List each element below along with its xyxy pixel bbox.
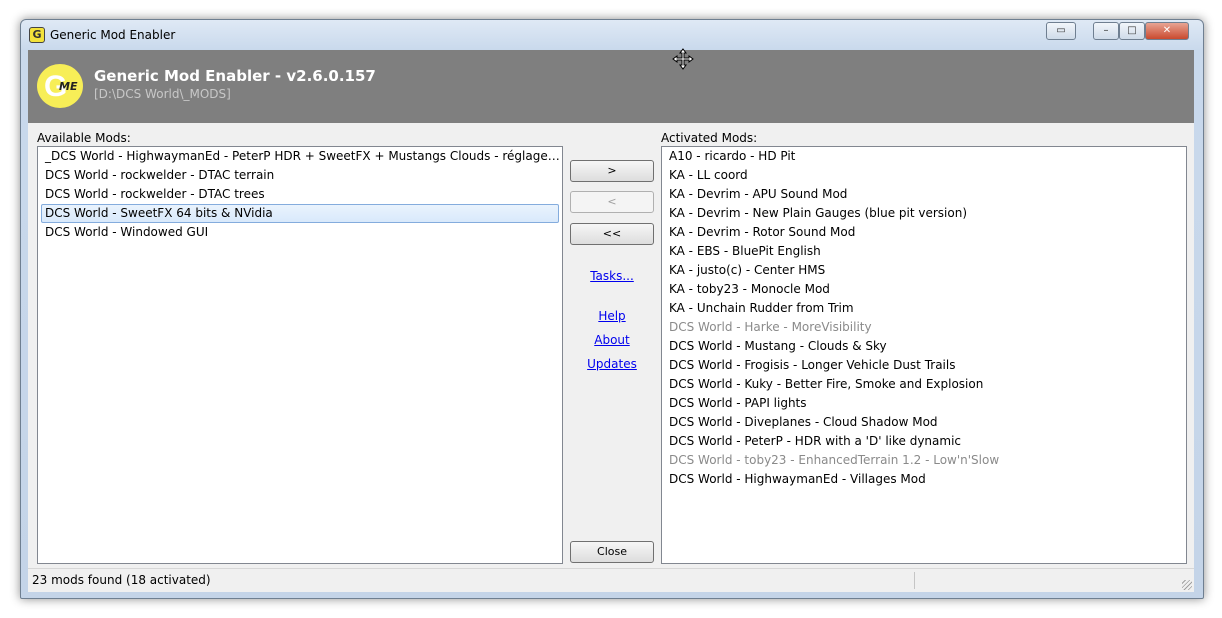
about-link[interactable]: About [570,333,654,347]
tasks-link[interactable]: Tasks... [570,269,654,283]
available-mods-label: Available Mods: [37,131,131,145]
list-item[interactable]: KA - Devrim - APU Sound Mod [662,185,1186,204]
help-link[interactable]: Help [570,309,654,323]
list-item[interactable]: A10 - ricardo - HD Pit [662,147,1186,166]
list-item[interactable]: DCS World - PAPI lights [662,394,1186,413]
minimize-button[interactable]: – [1093,22,1119,40]
list-item[interactable]: KA - EBS - BluePit English [662,242,1186,261]
list-item[interactable]: DCS World - Kuky - Better Fire, Smoke an… [662,375,1186,394]
window-title: Generic Mod Enabler [50,28,176,42]
header-banner: G ME Generic Mod Enabler - v2.6.0.157 [D… [28,50,1194,123]
list-item[interactable]: DCS World - Windowed GUI [38,223,562,242]
list-item-grayed[interactable]: DCS World - Harke - MoreVisibility [662,318,1186,337]
available-mods-list[interactable]: _DCS World - HighwaymanEd - PeterP HDR +… [37,146,563,564]
app-version-title: Generic Mod Enabler - v2.6.0.157 [94,67,376,85]
activated-mods-label: Activated Mods: [661,131,758,145]
list-item[interactable]: KA - justo(c) - Center HMS [662,261,1186,280]
status-text: 23 mods found (18 activated) [32,573,211,587]
title-bar[interactable]: G Generic Mod Enabler ▭ – □ ✕ [21,20,1203,50]
maximize-button[interactable]: □ [1119,22,1145,40]
list-item[interactable]: KA - toby23 - Monocle Mod [662,280,1186,299]
extra-caption-button[interactable]: ▭ [1046,22,1076,40]
app-icon[interactable]: G [29,27,45,43]
move-cursor-icon [672,48,694,70]
mods-path: [D:\DCS World\_MODS] [94,87,231,101]
activated-mods-list[interactable]: A10 - ricardo - HD Pit KA - LL coord KA … [661,146,1187,564]
list-item[interactable]: DCS World - HighwaymanEd - Villages Mod [662,470,1186,489]
list-item[interactable]: DCS World - rockwelder - DTAC trees [38,185,562,204]
list-item-grayed[interactable]: DCS World - toby23 - EnhancedTerrain 1.2… [662,451,1186,470]
list-item[interactable]: DCS World - rockwelder - DTAC terrain [38,166,562,185]
list-item-selected[interactable]: DCS World - SweetFX 64 bits & NVidia [41,204,559,223]
app-window: G Generic Mod Enabler ▭ – □ ✕ G ME Gener… [20,19,1204,599]
deactivate-button[interactable]: < [570,191,654,213]
list-item[interactable]: KA - Devrim - New Plain Gauges (blue pit… [662,204,1186,223]
close-window-button[interactable]: ✕ [1145,22,1189,40]
status-divider [914,572,915,589]
resize-grip-icon[interactable] [1182,580,1192,590]
list-item[interactable]: DCS World - Frogisis - Longer Vehicle Du… [662,356,1186,375]
client-area: G ME Generic Mod Enabler - v2.6.0.157 [D… [28,50,1194,592]
logo-me-text: ME [59,80,78,93]
list-item[interactable]: KA - Devrim - Rotor Sound Mod [662,223,1186,242]
list-item[interactable]: DCS World - PeterP - HDR with a 'D' like… [662,432,1186,451]
deactivate-all-button[interactable]: << [570,223,654,245]
activate-button[interactable]: > [570,160,654,182]
list-item[interactable]: KA - LL coord [662,166,1186,185]
gme-logo: G ME [37,64,83,108]
status-bar: 23 mods found (18 activated) [28,568,1194,592]
close-button[interactable]: Close [570,541,654,563]
list-item[interactable]: DCS World - Mustang - Clouds & Sky [662,337,1186,356]
list-item[interactable]: _DCS World - HighwaymanEd - PeterP HDR +… [38,147,562,166]
updates-link[interactable]: Updates [570,357,654,371]
list-item[interactable]: DCS World - Diveplanes - Cloud Shadow Mo… [662,413,1186,432]
list-item[interactable]: KA - Unchain Rudder from Trim [662,299,1186,318]
